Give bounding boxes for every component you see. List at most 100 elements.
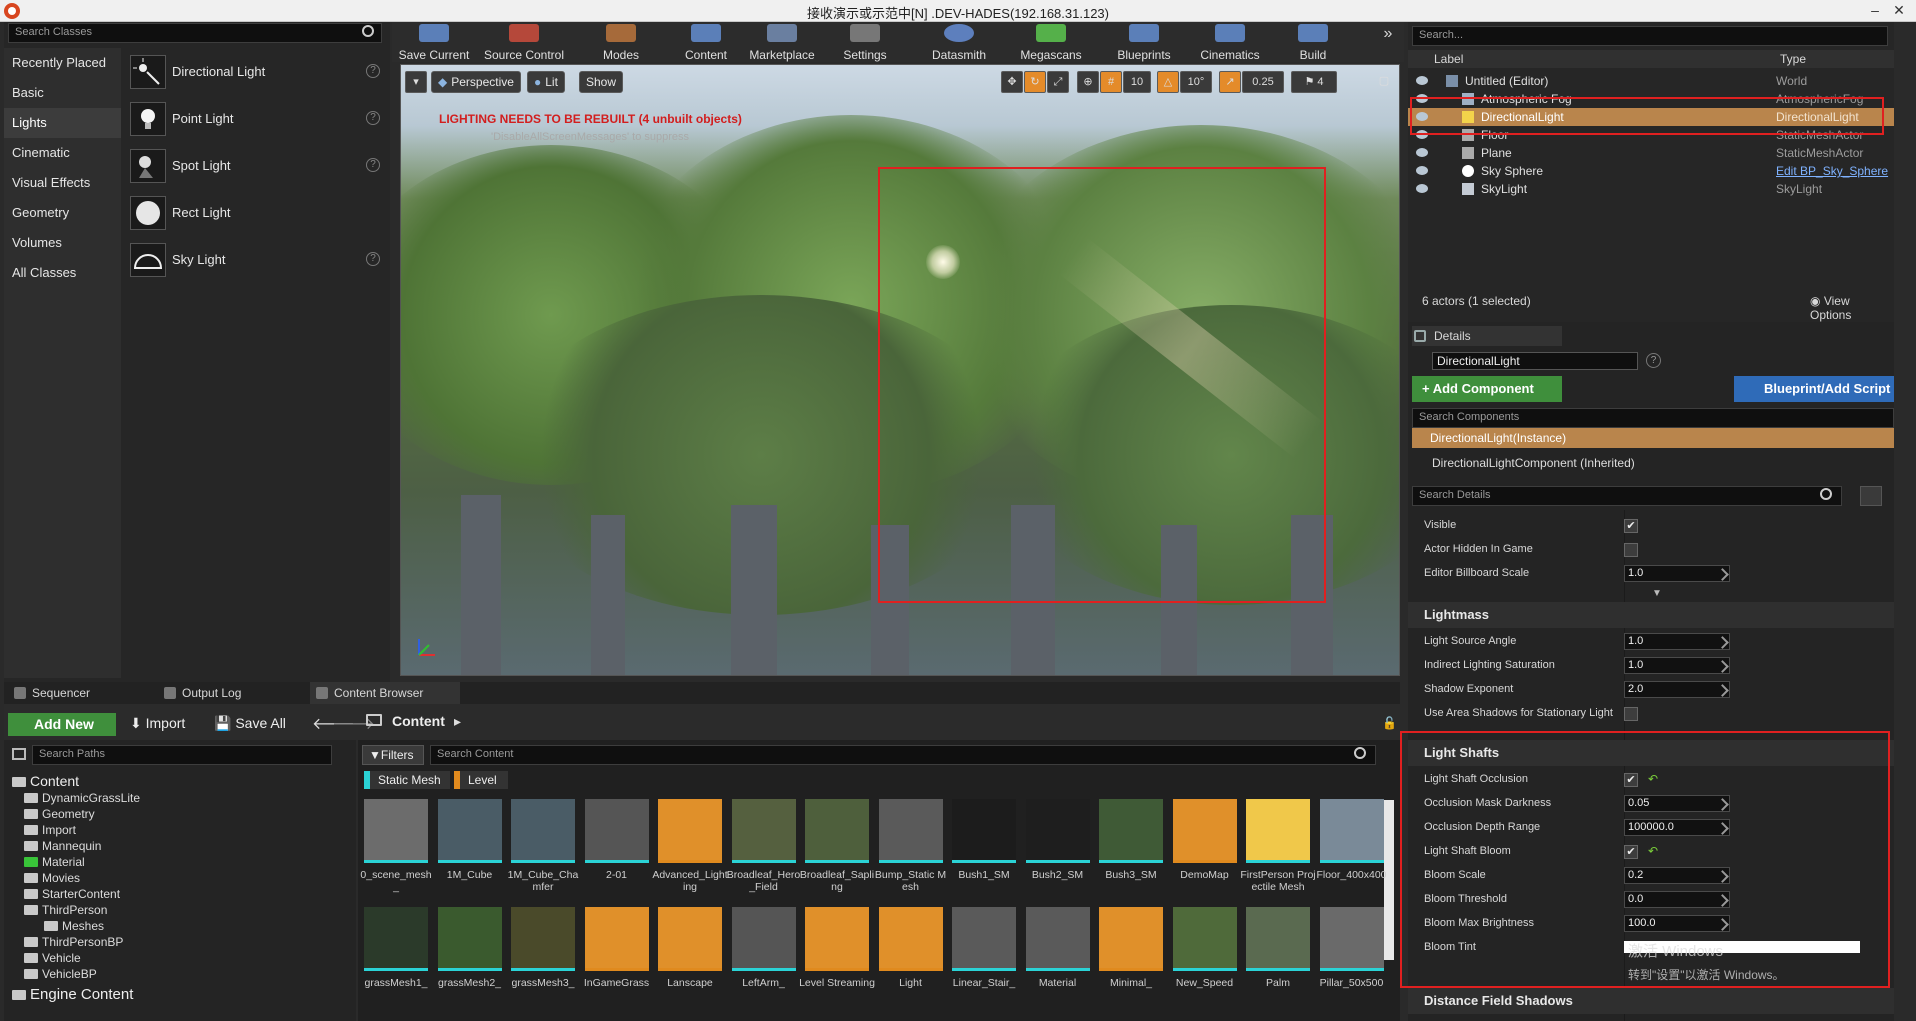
asset-tile[interactable]: grassMesh3_ <box>511 907 575 1017</box>
category-cinematic[interactable]: Cinematic <box>4 138 121 168</box>
eye-icon[interactable] <box>1416 94 1428 103</box>
category-geometry[interactable]: Geometry <box>4 198 121 228</box>
section-light-shafts[interactable]: Light Shafts <box>1408 740 1894 766</box>
outliner-row[interactable]: SkyLight SkyLight <box>1408 180 1894 198</box>
asset-tile[interactable]: grassMesh1_ <box>364 907 428 1017</box>
asset-tile[interactable]: LeftArm_ <box>731 907 796 1017</box>
outliner-search-input[interactable]: Search... <box>1412 26 1888 46</box>
datasmith-button[interactable]: Datasmith <box>922 22 996 62</box>
asset-tile[interactable]: Material <box>1025 907 1090 1017</box>
asset-tile[interactable]: Minimal_ <box>1099 907 1163 1017</box>
save-all-button[interactable]: 💾 Save All <box>214 715 286 732</box>
viewport-options-button[interactable]: ▾ <box>405 71 427 93</box>
help-icon[interactable]: ? <box>366 252 380 266</box>
lit-button[interactable]: ● Lit <box>527 71 565 93</box>
outliner-row[interactable]: Floor StaticMeshActor <box>1408 126 1894 144</box>
actor-name-field[interactable]: DirectionalLight <box>1432 352 1638 370</box>
category-basic[interactable]: Basic <box>4 78 121 108</box>
save-current-button[interactable]: Save Current <box>398 22 470 62</box>
bloom-max-brightness-input[interactable]: 100.0 <box>1624 915 1730 932</box>
translate-icon[interactable]: ✥ <box>1001 71 1023 93</box>
tree-menu-icon[interactable] <box>12 748 26 760</box>
outliner-row-selected[interactable]: DirectionalLight DirectionalLight <box>1408 108 1894 126</box>
tree-node-content[interactable]: Content <box>12 773 79 789</box>
source-control-button[interactable]: Source Control <box>482 22 566 62</box>
asset-tile[interactable]: Bush2_SM <box>1025 799 1090 909</box>
place-item-point-light[interactable]: Point Light ? <box>126 97 388 141</box>
grid-snap-icon[interactable]: # <box>1100 71 1122 93</box>
asset-tile[interactable]: Bush1_SM <box>952 799 1016 909</box>
rotation-snap-value[interactable]: 10° <box>1180 71 1212 93</box>
blueprints-button[interactable]: Blueprints <box>1108 22 1180 62</box>
rotate-icon[interactable]: ↻ <box>1024 71 1046 93</box>
asset-tile[interactable]: Broadleaf_Hero_Field <box>727 799 800 909</box>
filter-chip-static-mesh[interactable]: Static Mesh <box>364 771 450 789</box>
category-visual-effects[interactable]: Visual Effects <box>4 168 121 198</box>
content-button[interactable]: Content <box>678 22 734 62</box>
asset-tile[interactable]: Lanscape <box>658 907 722 1017</box>
bloom-scale-input[interactable]: 0.2 <box>1624 867 1730 884</box>
asset-tile[interactable]: Level Streaming <box>799 907 875 1017</box>
add-component-button[interactable]: + Add Component <box>1412 376 1562 402</box>
eye-icon[interactable] <box>1416 76 1428 85</box>
asset-tile[interactable]: 2-01 <box>584 799 649 909</box>
tree-node[interactable]: Import <box>24 823 76 837</box>
eye-icon[interactable] <box>1416 148 1428 157</box>
light-shaft-bloom-checkbox[interactable]: ✔ <box>1624 845 1638 859</box>
category-lights[interactable]: Lights <box>4 108 121 138</box>
eye-icon[interactable] <box>1416 130 1428 139</box>
help-icon[interactable]: ? <box>366 64 380 78</box>
eye-icon[interactable] <box>1416 112 1428 121</box>
tree-node[interactable]: VehicleBP <box>24 967 97 981</box>
asset-tile[interactable]: Floor_400x400 <box>1316 799 1387 909</box>
asset-tile[interactable]: Pillar_50x500 <box>1319 907 1384 1017</box>
view-options-button[interactable]: ◉ View Options <box>1810 294 1894 322</box>
bloom-threshold-input[interactable]: 0.0 <box>1624 891 1730 908</box>
scale-snap-value[interactable]: 0.25 <box>1242 71 1284 93</box>
category-volumes[interactable]: Volumes <box>4 228 121 258</box>
close-button[interactable]: ✕ <box>1882 0 1916 22</box>
camera-speed-button[interactable]: ⚑ 4 <box>1291 71 1337 93</box>
asset-tile[interactable]: grassMesh2_ <box>437 907 502 1017</box>
add-new-button[interactable]: Add New <box>8 713 116 736</box>
place-item-spot-light[interactable]: Spot Light ? <box>126 144 388 188</box>
import-button[interactable]: ⬇ Import <box>130 715 185 732</box>
reset-to-default-icon[interactable]: ↶ <box>1648 772 1658 786</box>
component-inherited-row[interactable]: DirectionalLightComponent (Inherited) <box>1432 456 1635 470</box>
light-shaft-occlusion-checkbox[interactable]: ✔ <box>1624 773 1638 787</box>
actor-hidden-checkbox[interactable] <box>1624 543 1638 557</box>
asset-tile[interactable]: 0_scene_mesh_ <box>360 799 432 909</box>
place-item-rect-light[interactable]: Rect Light <box>126 191 388 235</box>
asset-tile[interactable]: New_Speed <box>1172 907 1237 1017</box>
scale-snap-icon[interactable]: ↗ <box>1219 71 1241 93</box>
occlusion-depth-range-input[interactable]: 100000.0 <box>1624 819 1730 836</box>
section-distance-field-shadows[interactable]: Distance Field Shadows <box>1408 988 1894 1014</box>
billboard-scale-input[interactable]: 1.0 <box>1624 565 1730 582</box>
place-item-directional-light[interactable]: Directional Light ? <box>126 50 388 94</box>
tree-node[interactable]: Movies <box>24 871 80 885</box>
asset-tile[interactable]: FirstPerson Projectile Mesh <box>1240 799 1316 909</box>
tab-content-browser[interactable]: Content Browser <box>310 682 460 704</box>
show-button[interactable]: Show <box>579 71 624 93</box>
breadcrumb-arrow-icon[interactable]: ▸ <box>454 713 461 730</box>
reset-to-default-icon[interactable]: ↶ <box>1648 844 1658 858</box>
component-instance-row[interactable]: DirectionalLight(Instance) <box>1412 428 1894 448</box>
perspective-button[interactable]: ◆ Perspective <box>431 71 521 93</box>
area-shadows-checkbox[interactable] <box>1624 707 1638 721</box>
marketplace-button[interactable]: Marketplace <box>742 22 822 62</box>
filters-button[interactable]: ▼Filters <box>362 745 424 765</box>
outliner-row[interactable]: Sky Sphere Edit BP_Sky_Sphere <box>1408 162 1894 180</box>
indirect-saturation-input[interactable]: 1.0 <box>1624 657 1730 674</box>
help-icon[interactable]: ? <box>1646 353 1661 368</box>
help-icon[interactable]: ? <box>366 158 380 172</box>
outliner-row[interactable]: Atmospheric Fog AtmosphericFog <box>1408 90 1894 108</box>
maximize-viewport-icon[interactable]: ▢ <box>1376 71 1392 93</box>
modes-button[interactable]: Modes <box>590 22 652 62</box>
tree-node[interactable]: DynamicGrassLite <box>24 791 140 805</box>
asset-tile[interactable]: 1M_Cube <box>437 799 502 909</box>
edit-blueprint-link[interactable]: Edit BP_Sky_Sphere <box>1776 162 1888 180</box>
eye-icon[interactable] <box>1416 166 1428 175</box>
tree-node[interactable]: ThirdPerson <box>24 903 107 917</box>
level-viewport[interactable]: ▾ ◆ Perspective ● Lit Show ✥ ↻ ⤢ ⊕ # 10 △ … <box>400 64 1400 676</box>
megascans-button[interactable]: Megascans <box>1012 22 1090 62</box>
